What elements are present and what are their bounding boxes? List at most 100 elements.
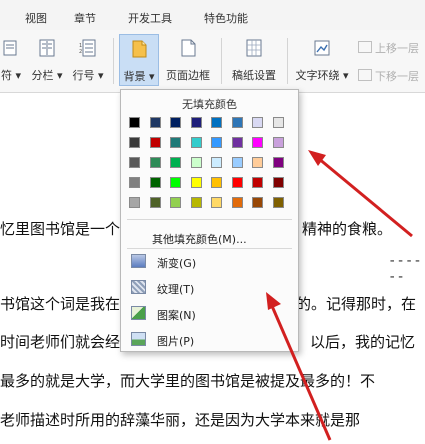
doc-line-4: 最多的就是大学，而大学里的图书馆是被提及最多的！不 [0, 372, 376, 390]
color-swatch[interactable] [252, 137, 263, 148]
color-swatch[interactable] [149, 157, 161, 168]
color-swatch[interactable] [231, 177, 243, 188]
color-swatch[interactable] [129, 117, 140, 128]
picture-label: 图片(P) [157, 335, 195, 348]
columns-icon [39, 39, 55, 57]
color-swatch[interactable] [272, 197, 284, 208]
color-swatch[interactable] [211, 117, 222, 128]
doc-line-3-end: 以后，我的记忆 [310, 333, 416, 351]
background-button[interactable]: 背景 ▾ [119, 34, 159, 86]
ribbon-separator [221, 38, 222, 84]
color-swatch[interactable] [211, 137, 222, 148]
menu-chapter[interactable]: 章节 [74, 10, 96, 26]
menu-bar: 视图 章节 开发工具 特色功能 [0, 0, 425, 30]
color-swatch[interactable] [190, 117, 202, 128]
color-swatch[interactable] [252, 117, 263, 128]
picture-icon [131, 332, 146, 346]
color-swatch[interactable] [211, 157, 222, 168]
color-swatch[interactable] [149, 177, 161, 188]
color-swatch[interactable] [129, 157, 140, 168]
doc-line-1: 忆里图书馆是一个 [0, 220, 121, 238]
color-swatch[interactable] [129, 177, 140, 188]
columns-label: 分栏 ▾ [31, 69, 63, 82]
gradient-icon [131, 254, 146, 268]
ribbon-separator [287, 38, 288, 84]
color-swatch[interactable] [149, 137, 161, 148]
color-swatch[interactable] [272, 117, 284, 128]
no-fill-option[interactable]: 无填充颜色 [121, 96, 298, 112]
svg-text:2: 2 [79, 49, 82, 55]
color-swatch[interactable] [170, 177, 181, 188]
color-swatch[interactable] [149, 197, 161, 208]
bring-forward-icon [358, 41, 372, 53]
send-backward-icon [358, 69, 372, 81]
color-swatch[interactable] [252, 197, 263, 208]
manuscript-settings-label: 稿纸设置 [232, 69, 276, 82]
doc-dash-line: ------ [388, 253, 422, 285]
text-wrap-label: 文字环绕 ▾ [295, 69, 349, 82]
doc-line-2: 书馆这个词是我在 [0, 295, 121, 313]
doc-line-1-end: 精神的食粮。 [302, 220, 393, 238]
ribbon: 符 ▾ 分栏 ▾ 12 行号 ▾ 背景 ▾ 页面边框 稿纸设置 文字环绕 ▾ 上… [0, 30, 425, 93]
color-swatch[interactable] [252, 177, 263, 188]
color-swatch[interactable] [211, 177, 222, 188]
pattern-icon [131, 306, 146, 320]
doc-line-3: 时间老师们就会经 [0, 333, 121, 351]
picture-option[interactable]: 图片(P) [127, 329, 291, 351]
color-swatch[interactable] [231, 137, 243, 148]
background-icon [132, 40, 147, 58]
color-swatch[interactable] [149, 117, 161, 128]
more-fill-colors-option[interactable]: 其他填充颜色(M)... [152, 231, 247, 247]
color-swatch[interactable] [170, 197, 181, 208]
menu-developer[interactable]: 开发工具 [128, 10, 172, 26]
color-swatch[interactable] [272, 157, 284, 168]
columns-button[interactable]: 分栏 ▾ [28, 34, 66, 86]
pattern-label: 图案(N) [157, 309, 196, 322]
menu-special[interactable]: 特色功能 [204, 10, 248, 26]
menu-view[interactable]: 视图 [25, 10, 47, 26]
doc-line-5: 老师描述时所用的辞藻华丽，还是因为大学本来就是那 [0, 411, 361, 429]
ribbon-separator [113, 38, 114, 84]
color-swatch[interactable] [190, 197, 202, 208]
symbol-icon [3, 40, 17, 56]
text-wrap-icon [314, 40, 330, 56]
dropdown-separator [127, 248, 292, 249]
color-swatch[interactable] [190, 157, 202, 168]
color-swatch[interactable] [190, 177, 202, 188]
texture-label: 纹理(T) [157, 283, 195, 296]
color-swatch[interactable] [211, 197, 222, 208]
send-backward-button[interactable]: 下移一层 [358, 68, 419, 84]
color-swatch[interactable] [252, 157, 263, 168]
color-swatch[interactable] [170, 117, 181, 128]
pattern-option[interactable]: 图案(N) [127, 303, 291, 325]
dropdown-separator [127, 219, 292, 220]
color-swatch[interactable] [170, 157, 181, 168]
manuscript-settings-button[interactable]: 稿纸设置 [226, 34, 282, 86]
page-border-icon [181, 39, 196, 57]
symbol-label: 符 ▾ [0, 69, 22, 82]
symbol-button[interactable]: 符 ▾ [0, 34, 26, 86]
color-swatch[interactable] [190, 137, 202, 148]
color-swatch[interactable] [272, 177, 284, 188]
texture-option[interactable]: 纹理(T) [127, 277, 291, 299]
bring-forward-button[interactable]: 上移一层 [358, 40, 419, 56]
color-swatch[interactable] [170, 137, 181, 148]
background-label: 背景 ▾ [123, 70, 155, 83]
line-number-button[interactable]: 12 行号 ▾ [68, 34, 108, 86]
texture-icon [131, 280, 146, 294]
color-swatch[interactable] [129, 137, 140, 148]
text-wrap-button[interactable]: 文字环绕 ▾ [292, 34, 352, 86]
background-dropdown: 无填充颜色 其他填充颜色(M)... 渐变(G) 纹理(T) 图案(N) 图片(… [120, 89, 299, 352]
color-swatch[interactable] [272, 137, 284, 148]
page-border-button[interactable]: 页面边框 [162, 34, 214, 86]
doc-line-2-end: 的。记得那时，在 [296, 295, 417, 313]
color-swatch[interactable] [231, 157, 243, 168]
manuscript-icon [246, 39, 262, 57]
color-swatch[interactable] [231, 117, 243, 128]
gradient-label: 渐变(G) [157, 257, 197, 270]
line-number-label: 行号 ▾ [72, 69, 104, 82]
gradient-option[interactable]: 渐变(G) [127, 251, 291, 273]
color-swatch[interactable] [231, 197, 243, 208]
send-backward-label: 下移一层 [375, 70, 419, 83]
color-swatch[interactable] [129, 197, 140, 208]
